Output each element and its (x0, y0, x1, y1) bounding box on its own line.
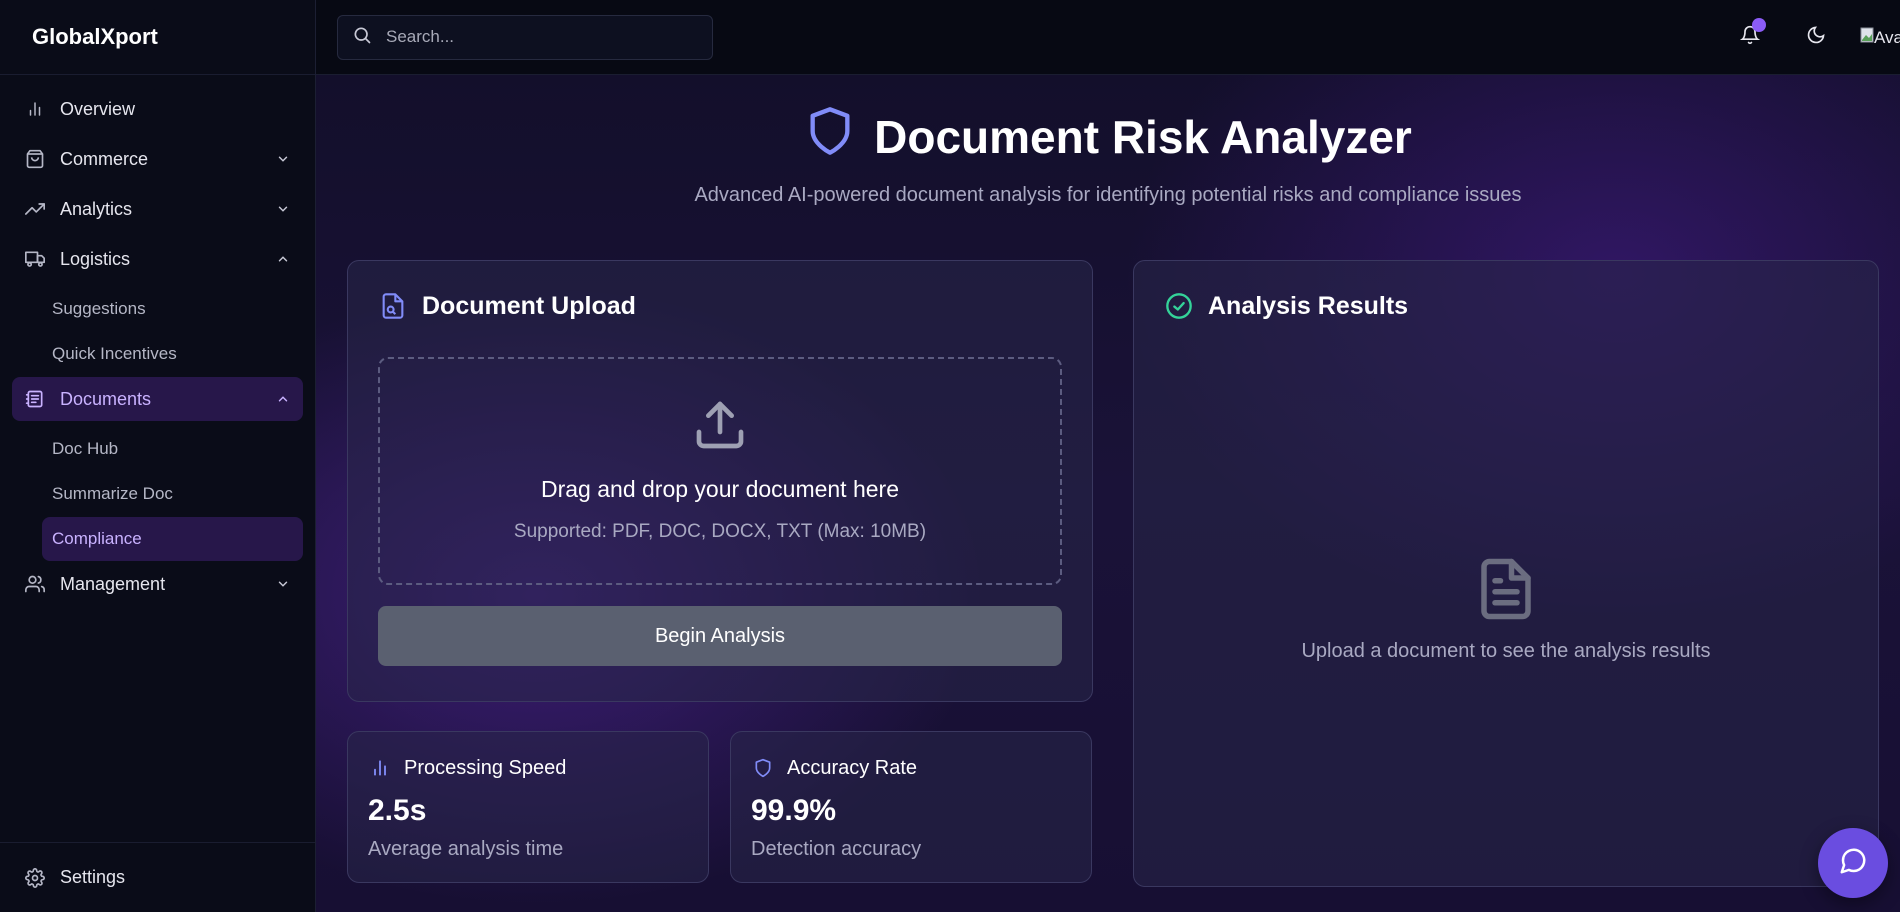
analysis-results-card: Analysis Results Upload a document to se… (1133, 260, 1879, 887)
notifications-button[interactable] (1728, 16, 1772, 60)
sidebar-item-management[interactable]: Management (12, 562, 303, 606)
avatar[interactable]: Ava (1860, 18, 1900, 58)
stat-header: Accuracy Rate (731, 732, 1091, 780)
brand-logo[interactable]: GlobalXport (0, 0, 315, 75)
chevron-up-icon (275, 251, 291, 267)
dropzone-title: Drag and drop your document here (541, 476, 899, 502)
processing-speed-card: Processing Speed 2.5s Average analysis t… (347, 731, 709, 883)
begin-analysis-button[interactable]: Begin Analysis (378, 606, 1062, 666)
sidebar-subitem-compliance[interactable]: Compliance (42, 517, 303, 561)
file-dropzone[interactable]: Drag and drop your document here Support… (378, 357, 1062, 585)
main-content: Document Risk Analyzer Advanced AI-power… (316, 75, 1900, 912)
trending-up-icon (24, 198, 46, 220)
stat-value: 99.9% (751, 794, 837, 827)
search-icon (352, 25, 372, 50)
sidebar-item-analytics[interactable]: Analytics (12, 187, 303, 231)
broken-image-icon (1860, 27, 1874, 48)
accuracy-rate-card: Accuracy Rate 99.9% Detection accuracy (730, 731, 1092, 883)
sidebar-nav: Overview Commerce Analytics Logistics Su… (0, 75, 315, 606)
dropzone-hint: Supported: PDF, DOC, DOCX, TXT (Max: 10M… (513, 521, 927, 542)
sidebar-item-label: Documents (60, 388, 152, 409)
sidebar-subitem-summarize-doc[interactable]: Summarize Doc (12, 472, 303, 516)
card-header: Analysis Results (1134, 261, 1878, 321)
card-title: Document Upload (422, 291, 636, 320)
document-upload-card: Document Upload Drag and drop your docum… (347, 260, 1093, 702)
theme-toggle-button[interactable] (1794, 16, 1838, 60)
page-title: Document Risk Analyzer (804, 103, 1412, 170)
sidebar-item-documents[interactable]: Documents (12, 377, 303, 421)
documents-icon (24, 388, 46, 410)
sidebar-item-commerce[interactable]: Commerce (12, 137, 303, 181)
stat-description: Detection accuracy (751, 838, 922, 860)
file-search-icon (378, 291, 408, 321)
gear-icon (24, 867, 46, 889)
search-input[interactable] (386, 27, 686, 47)
stat-label: Accuracy Rate (787, 756, 918, 779)
card-title: Analysis Results (1208, 291, 1409, 320)
stat-header: Processing Speed (348, 732, 708, 780)
page-subtitle: Advanced AI-powered document analysis fo… (694, 184, 1522, 206)
chat-button[interactable] (1818, 828, 1888, 898)
document-icon (1473, 551, 1539, 632)
topbar-actions: Ava (1728, 0, 1900, 75)
bar-chart-icon (368, 756, 392, 780)
avatar-alt-text: Ava (1874, 27, 1900, 47)
page-title-text: Document Risk Analyzer (874, 110, 1412, 163)
sidebar-item-label: Management (60, 573, 166, 594)
sidebar-subitem-doc-hub[interactable]: Doc Hub (12, 427, 303, 471)
stat-description: Average analysis time (368, 838, 564, 860)
shield-icon (804, 103, 856, 170)
sidebar-footer: Settings (0, 842, 315, 912)
stat-value: 2.5s (368, 794, 427, 827)
check-circle-icon (1164, 291, 1194, 321)
results-empty-state: Upload a document to see the analysis re… (1134, 551, 1878, 663)
users-icon (24, 573, 46, 595)
sidebar-subitem-quick-incentives[interactable]: Quick Incentives (12, 332, 303, 376)
sidebar-item-label: Logistics (60, 248, 131, 269)
sidebar-item-logistics[interactable]: Logistics (12, 237, 303, 281)
chevron-up-icon (275, 391, 291, 407)
search-box[interactable] (337, 14, 713, 60)
chevron-down-icon (275, 151, 291, 167)
sidebar-item-label: Settings (60, 867, 126, 887)
sidebar-item-label: Commerce (60, 148, 149, 169)
shield-icon (751, 756, 775, 780)
upload-icon (692, 397, 748, 458)
sidebar-item-overview[interactable]: Overview (12, 87, 303, 131)
chevron-down-icon (275, 576, 291, 592)
sidebar: GlobalXport Overview Commerce Analytics (0, 0, 316, 912)
sidebar-item-settings[interactable]: Settings (12, 856, 303, 900)
empty-state-text: Upload a document to see the analysis re… (1301, 640, 1711, 662)
bar-chart-icon (24, 98, 46, 120)
shopping-bag-icon (24, 148, 46, 170)
card-header: Document Upload (348, 261, 1092, 321)
chat-bubble-icon (1838, 846, 1868, 881)
truck-icon (24, 248, 46, 270)
stat-label: Processing Speed (404, 756, 567, 779)
sidebar-item-label: Analytics (60, 198, 133, 219)
topbar: Ava (316, 0, 1900, 75)
chevron-down-icon (275, 201, 291, 217)
notification-badge (1752, 17, 1766, 32)
moon-icon (1806, 25, 1826, 50)
sidebar-item-label: Overview (60, 98, 136, 119)
sidebar-subitem-suggestions[interactable]: Suggestions (12, 287, 303, 331)
hero: Document Risk Analyzer Advanced AI-power… (316, 75, 1900, 207)
